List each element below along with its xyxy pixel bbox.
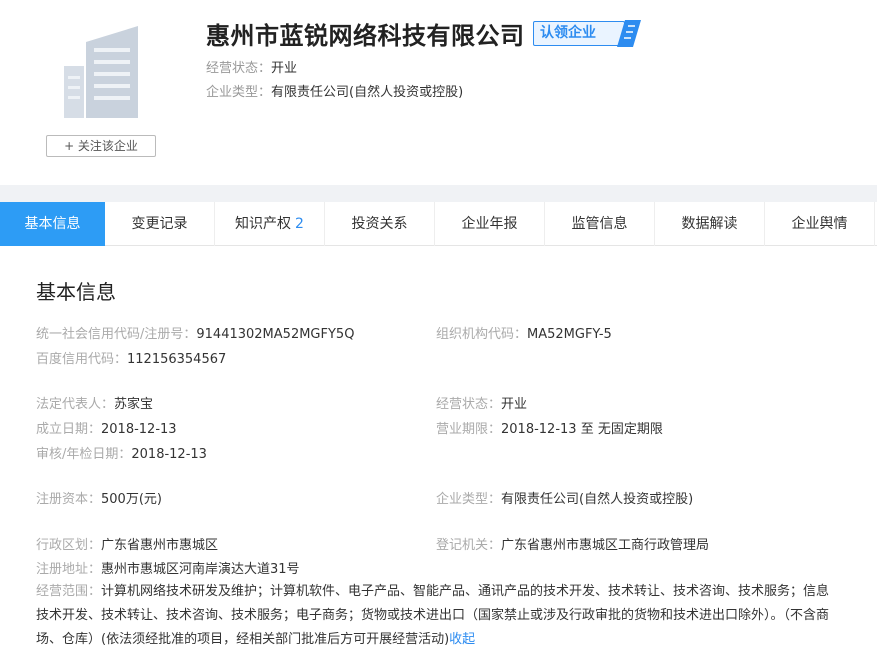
claim-tag-icon — [617, 20, 641, 47]
region-label: 行政区划： — [36, 538, 102, 553]
tab-label: 数据解读 — [681, 216, 738, 232]
region-value: 广东省惠州市惠城区 — [101, 538, 219, 553]
address-value: 惠州市惠城区河南岸演达大道31号 — [101, 562, 300, 577]
tab-basic-info[interactable]: 基本信息 — [0, 202, 105, 246]
credit-code-label: 统一社会信用代码/注册号： — [36, 327, 197, 342]
tab-change-records[interactable]: 变更记录 — [105, 202, 215, 246]
tab-label: 变更记录 — [131, 216, 188, 232]
tab-label: 投资关系 — [351, 216, 408, 232]
header-status-value: 开业 — [271, 61, 298, 76]
tab-label: 企业年报 — [461, 216, 518, 232]
claim-badge-label: 认领企业 — [533, 21, 625, 46]
building-logo-icon — [60, 24, 140, 119]
header-status: 经营状态：开业 — [206, 57, 297, 76]
header-status-label: 经营状态： — [206, 61, 272, 76]
org-code-row: 组织机构代码：MA52MGFY-5 — [436, 323, 612, 342]
founded-row: 成立日期：2018-12-13 — [36, 418, 177, 437]
tab-label: 监管信息 — [571, 216, 628, 232]
claim-badge[interactable]: 认领企业 — [533, 20, 641, 47]
legal-rep-label: 法定代表人： — [36, 397, 115, 412]
business-scope: 经营范围：计算机网络技术研发及维护；计算机软件、电子产品、智能产品、通讯产品的技… — [36, 580, 842, 652]
tab-data-analysis[interactable]: 数据解读 — [655, 202, 765, 246]
header-type: 企业类型：有限责任公司(自然人投资或控股) — [206, 81, 463, 100]
address-row: 注册地址：惠州市惠城区河南岸演达大道31号 — [36, 558, 300, 577]
divider-band — [0, 185, 877, 202]
company-name: 惠州市蓝锐网络科技有限公司 — [206, 22, 525, 50]
status-row: 经营状态：开业 — [436, 393, 527, 412]
tab-annual-report[interactable]: 企业年报 — [435, 202, 545, 246]
audit-value: 2018-12-13 — [131, 447, 207, 462]
capital-value: 500万(元) — [101, 492, 162, 507]
collapse-link[interactable]: 收起 — [449, 632, 475, 647]
audit-label: 审核/年检日期： — [36, 447, 132, 462]
baidu-code-value: 112156354567 — [127, 352, 227, 367]
tab-label: 知识产权 — [235, 216, 292, 232]
status-value: 开业 — [501, 397, 528, 412]
header-type-value: 有限责任公司(自然人投资或控股) — [271, 85, 464, 100]
tab-regulatory[interactable]: 监管信息 — [545, 202, 655, 246]
legal-rep-value: 苏家宝 — [114, 397, 154, 412]
term-label: 营业期限： — [436, 422, 502, 437]
status-label: 经营状态： — [436, 397, 502, 412]
founded-value: 2018-12-13 — [101, 422, 177, 437]
legal-rep-row: 法定代表人：苏家宝 — [36, 393, 153, 412]
region-row: 行政区划：广东省惠州市惠城区 — [36, 534, 218, 553]
tab-intellectual-property[interactable]: 知识产权 2 — [215, 202, 325, 246]
tab-investment[interactable]: 投资关系 — [325, 202, 435, 246]
scope-value: 计算机网络技术研发及维护；计算机软件、电子产品、智能产品、通讯产品的技术开发、技… — [36, 584, 830, 647]
capital-label: 注册资本： — [36, 492, 102, 507]
term-row: 营业期限：2018-12-13 至 无固定期限 — [436, 418, 663, 437]
header-type-label: 企业类型： — [206, 85, 272, 100]
authority-label: 登记机关： — [436, 538, 502, 553]
baidu-code-row: 百度信用代码：112156354567 — [36, 348, 226, 367]
tab-public-opinion[interactable]: 企业舆情 — [765, 202, 875, 246]
founded-label: 成立日期： — [36, 422, 102, 437]
tab-label: 基本信息 — [24, 216, 81, 232]
term-value: 2018-12-13 至 无固定期限 — [501, 422, 663, 437]
tab-bar: 基本信息 变更记录 知识产权 2 投资关系 企业年报 监管信息 数据解读 企业舆情 — [0, 202, 877, 246]
type-label: 企业类型： — [436, 492, 502, 507]
credit-code-row: 统一社会信用代码/注册号：91441302MA52MGFY5Q — [36, 323, 354, 342]
authority-row: 登记机关：广东省惠州市惠城区工商行政管理局 — [436, 534, 709, 553]
type-row: 企业类型：有限责任公司(自然人投资或控股) — [436, 488, 693, 507]
scope-label: 经营范围： — [36, 584, 102, 599]
org-code-value: MA52MGFY-5 — [527, 327, 612, 342]
tab-count-badge: 2 — [295, 216, 304, 232]
section-title: 基本信息 — [36, 280, 116, 304]
baidu-code-label: 百度信用代码： — [36, 352, 128, 367]
audit-row: 审核/年检日期：2018-12-13 — [36, 443, 207, 462]
capital-row: 注册资本：500万(元) — [36, 488, 162, 507]
follow-company-button[interactable]: + 关注该企业 — [46, 135, 156, 157]
credit-code-value: 91441302MA52MGFY5Q — [196, 327, 355, 342]
authority-value: 广东省惠州市惠城区工商行政管理局 — [501, 538, 710, 553]
address-label: 注册地址： — [36, 562, 102, 577]
org-code-label: 组织机构代码： — [436, 327, 528, 342]
company-header: + 关注该企业 惠州市蓝锐网络科技有限公司 认领企业 经营状态：开业 企业类型：… — [0, 0, 877, 185]
type-value: 有限责任公司(自然人投资或控股) — [501, 492, 694, 507]
tab-label: 企业舆情 — [791, 216, 848, 232]
